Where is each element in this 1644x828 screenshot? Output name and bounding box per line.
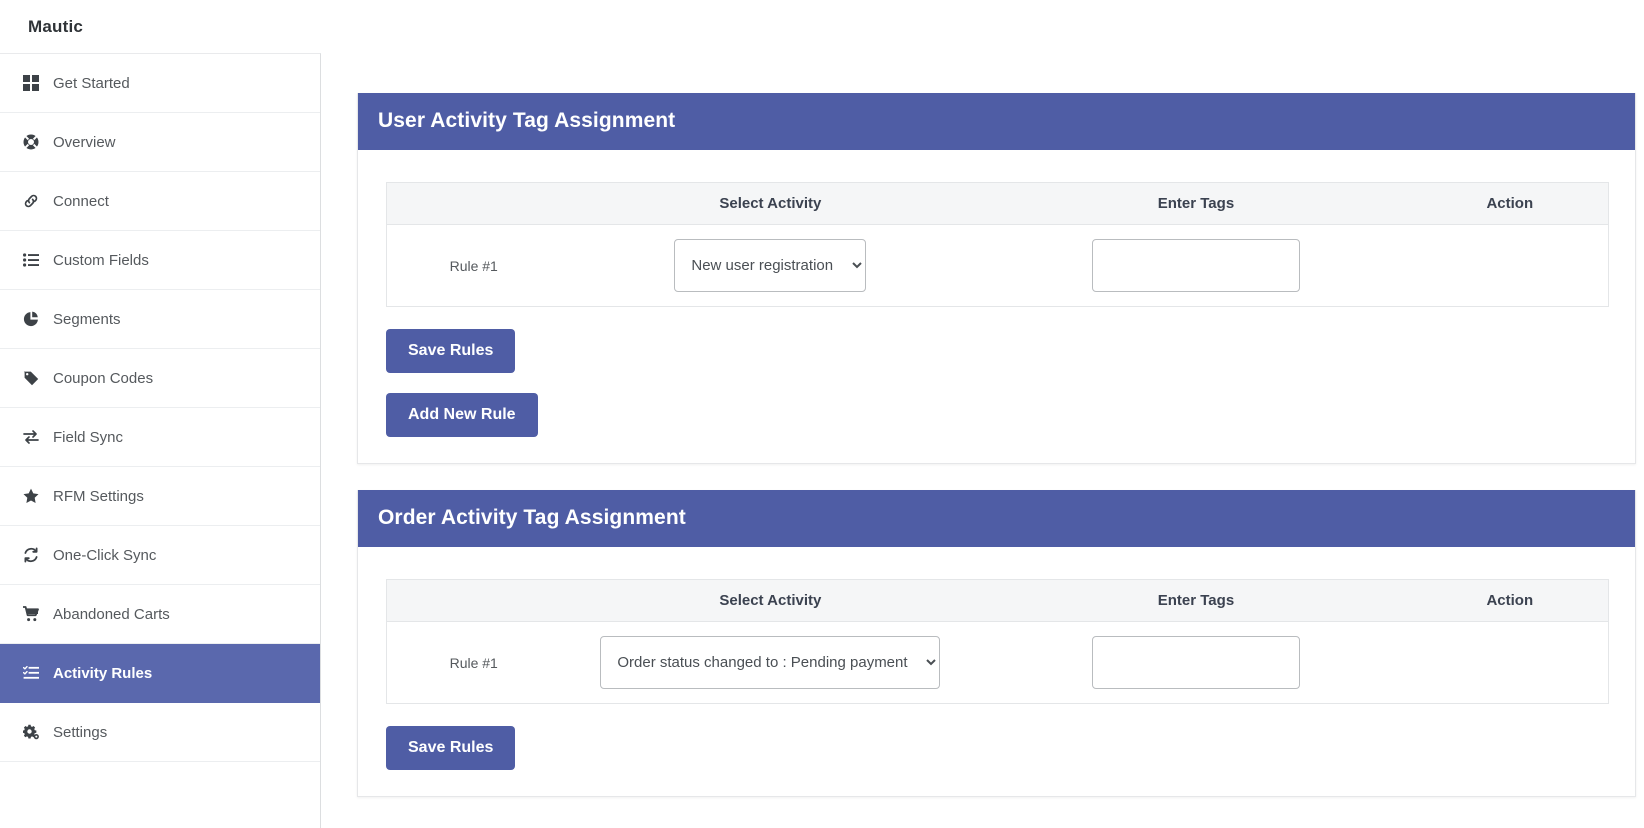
column-header-action: Action xyxy=(1411,579,1609,622)
tags-cell xyxy=(980,622,1411,704)
panel-body: Select Activity Enter Tags Action Rule #1 Or… xyxy=(358,547,1635,796)
task-list-icon xyxy=(23,665,49,681)
column-header-select-activity: Select Activity xyxy=(560,182,981,225)
rules-table: Select Activity Enter Tags Action Rule #1 Or… xyxy=(386,579,1609,704)
sidebar-item-get-started[interactable]: Get Started xyxy=(0,54,320,113)
top-bar: Mautic xyxy=(0,0,1644,53)
panel-order-activity: Order Activity Tag Assignment Select Acti… xyxy=(357,490,1636,797)
activity-cell: Order status changed to : Pending paymen… xyxy=(560,622,980,704)
sidebar-item-label: Get Started xyxy=(53,74,130,92)
tags-input[interactable] xyxy=(1091,239,1300,292)
sidebar-item-label: Activity Rules xyxy=(53,664,153,682)
sidebar-item-activity-rules[interactable]: Activity Rules xyxy=(0,644,320,703)
sidebar-item-rfm-settings[interactable]: RFM Settings xyxy=(0,467,320,526)
sidebar-item-label: Connect xyxy=(53,192,109,210)
table-header-row: Select Activity Enter Tags Action xyxy=(386,579,1609,622)
save-rules-button[interactable]: Save Rules xyxy=(386,726,516,770)
table-row: Rule #1 Order status changed to : Pending… xyxy=(387,622,1609,704)
cart-icon xyxy=(23,606,49,622)
sidebar-item-overview[interactable]: Overview xyxy=(0,113,320,172)
column-header-enter-tags: Enter Tags xyxy=(980,182,1412,225)
column-header-rule xyxy=(386,182,561,225)
sidebar-item-label: Coupon Codes xyxy=(53,369,154,387)
sidebar-item-label: Abandoned Carts xyxy=(53,605,170,623)
sidebar-item-one-click-sync[interactable]: One-Click Sync xyxy=(0,526,320,585)
sidebar-item-label: One-Click Sync xyxy=(53,546,157,564)
rule-label: Rule #1 xyxy=(449,654,498,671)
star-icon xyxy=(23,488,49,504)
sidebar-item-label: Custom Fields xyxy=(53,251,149,269)
exchange-icon xyxy=(23,429,49,445)
panel-title: User Activity Tag Assignment xyxy=(358,93,1635,150)
column-header-action: Action xyxy=(1411,182,1609,225)
column-header-select-activity: Select Activity xyxy=(560,579,981,622)
page-shell: Get Started Overview Connect Custom Fields S… xyxy=(0,53,1644,828)
link-icon xyxy=(23,193,49,209)
sidebar-item-label: Overview xyxy=(53,133,116,151)
activity-select[interactable]: New user registration xyxy=(674,239,867,292)
activity-select[interactable]: Order status changed to : Pending paymen… xyxy=(600,636,941,689)
action-cell xyxy=(1412,225,1609,307)
sidebar-item-label: RFM Settings xyxy=(53,487,144,505)
panel-body: Select Activity Enter Tags Action Rule #1 Ne… xyxy=(358,150,1635,463)
tags-cell xyxy=(980,225,1411,307)
list-icon xyxy=(23,252,49,268)
tags-input[interactable] xyxy=(1091,636,1300,689)
sidebar-item-label: Field Sync xyxy=(53,428,124,446)
sidebar-item-segments[interactable]: Segments xyxy=(0,290,320,349)
panel-user-activity: User Activity Tag Assignment Select Activ… xyxy=(357,93,1636,464)
table-row: Rule #1 New user registration xyxy=(387,225,1609,307)
activity-cell: New user registration xyxy=(560,225,980,307)
refresh-icon xyxy=(23,547,49,563)
grid-icon xyxy=(23,75,49,91)
column-header-enter-tags: Enter Tags xyxy=(980,579,1412,622)
sidebar-item-label: Settings xyxy=(53,723,108,741)
main-content: User Activity Tag Assignment Select Activ… xyxy=(321,53,1644,828)
pie-chart-icon xyxy=(23,311,49,327)
panel-title: Order Activity Tag Assignment xyxy=(358,490,1635,547)
action-cell xyxy=(1412,622,1609,704)
sidebar-item-custom-fields[interactable]: Custom Fields xyxy=(0,231,320,290)
sidebar-item-connect[interactable]: Connect xyxy=(0,172,320,231)
add-new-rule-button[interactable]: Add New Rule xyxy=(386,393,538,437)
sidebar: Get Started Overview Connect Custom Fields S… xyxy=(0,53,321,828)
sidebar-item-label: Segments xyxy=(53,310,121,328)
lifebuoy-icon xyxy=(23,134,49,150)
tag-icon xyxy=(23,370,49,386)
rules-table: Select Activity Enter Tags Action Rule #1 Ne… xyxy=(386,182,1609,307)
table-header-row: Select Activity Enter Tags Action xyxy=(386,182,1609,225)
column-header-rule xyxy=(386,579,561,622)
rule-label: Rule #1 xyxy=(449,257,498,274)
sidebar-item-coupon-codes[interactable]: Coupon Codes xyxy=(0,349,320,408)
sidebar-item-field-sync[interactable]: Field Sync xyxy=(0,408,320,467)
sidebar-item-settings[interactable]: Settings xyxy=(0,703,320,762)
save-rules-button[interactable]: Save Rules xyxy=(386,329,516,373)
app-brand: Mautic xyxy=(28,16,84,36)
gears-icon xyxy=(23,724,49,740)
sidebar-item-abandoned-carts[interactable]: Abandoned Carts xyxy=(0,585,320,644)
